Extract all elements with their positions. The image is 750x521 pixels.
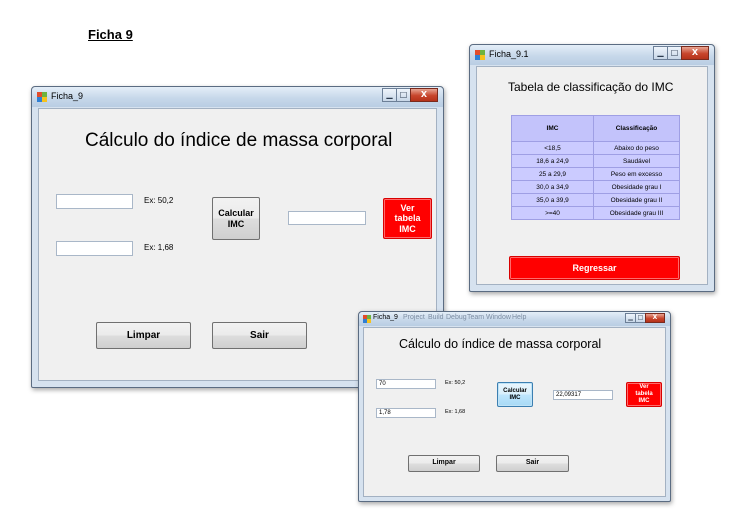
altura-input[interactable] [56,241,133,256]
app-icon [37,92,47,102]
altura-hint-label: Ex: 1,68 [144,243,174,252]
app-icon [363,315,371,323]
limpar-button[interactable]: Limpar [96,322,191,349]
imc-range-cell: 35,0 a 39,9 [511,193,594,207]
imc-range-cell: >=40 [511,206,594,220]
regressar-button[interactable]: Regressar [509,256,680,280]
calcular-imc-button[interactable]: Calcular IMC [212,197,260,240]
table-row: 35,0 a 39,9 Obesidade grau II [511,193,680,207]
resultado-output[interactable] [288,211,366,225]
window-ficha9-1-table: Ficha_9.1 ▁ □ X Tabela de classificação … [469,44,715,292]
background-menu-item: Project [403,314,425,321]
altura-hint-label: Ex: 1,68 [445,409,466,415]
imc-range-cell: 25 a 29,9 [511,167,594,181]
maximize-button[interactable]: □ [396,88,411,102]
column-header-classificacao: Classificação [593,115,680,142]
app-icon [475,50,485,60]
form-heading: Cálculo do índice de massa corporal [85,130,393,151]
titlebar[interactable]: Ficha_9 Project Build Debug Team Window … [359,312,670,326]
background-menu-item: Team [467,314,485,321]
classification-cell: Obesidade grau I [593,180,680,194]
peso-input[interactable] [56,194,133,209]
form-heading: Cálculo do índice de massa corporal [399,337,602,351]
window-ficha9-filled: Ficha_9 Project Build Debug Team Window … [358,311,671,502]
titlebar[interactable]: Ficha_9 ▁ □ X [32,87,443,107]
maximize-button[interactable]: □ [667,46,682,60]
classification-cell: Obesidade grau II [593,193,680,207]
form-client-area: Cálculo do índice de massa corporal 70 E… [363,327,666,497]
classification-cell: Peso em excesso [593,167,680,181]
peso-input[interactable]: 70 [376,379,436,389]
resultado-output[interactable]: 22,09317 [553,390,613,400]
classification-cell: Obesidade grau III [593,206,680,220]
minimize-button[interactable]: ▁ [382,88,397,102]
sair-button[interactable]: Sair [212,322,307,349]
limpar-button[interactable]: Limpar [408,455,480,472]
table-row: >=40 Obesidade grau III [511,206,680,220]
altura-input[interactable]: 1,78 [376,408,436,418]
peso-hint-label: Ex: 50,2 [445,380,466,386]
background-menu-item: Window [486,314,511,321]
table-row: 30,0 a 34,9 Obesidade grau I [511,180,680,194]
titlebar[interactable]: Ficha_9.1 ▁ □ X [470,45,714,65]
page-title: Ficha 9 [88,27,133,42]
form-heading: Tabela de classificação do IMC [508,80,674,94]
imc-range-cell: <18,5 [511,141,594,155]
form-client-area: Tabela de classificação do IMC IMC Class… [476,66,708,285]
calcular-imc-button[interactable]: Calcular IMC [497,382,533,407]
close-button[interactable]: X [681,46,709,60]
ver-tabela-imc-button[interactable]: Ver tabela IMC [383,198,432,239]
background-menu-item: Debug [446,314,467,321]
peso-hint-label: Ex: 50,2 [144,196,174,205]
imc-range-cell: 30,0 a 34,9 [511,180,594,194]
table-row: 18,6 a 24,9 Saudável [511,154,680,168]
classification-cell: Abaixo do peso [593,141,680,155]
table-row: 25 a 29,9 Peso em excesso [511,167,680,181]
sair-button[interactable]: Sair [496,455,569,472]
ver-tabela-imc-button[interactable]: Ver tabela IMC [626,382,662,407]
table-header-row: IMC Classificação [511,115,680,142]
classification-cell: Saudável [593,154,680,168]
close-button[interactable]: X [645,313,665,323]
background-menu-item: Build [428,314,444,321]
window-title: Ficha_9.1 [489,49,529,59]
background-menu-item: Help [512,314,527,321]
imc-classification-table: IMC Classificação <18,5 Abaixo do peso 1… [511,115,680,220]
imc-range-cell: 18,6 a 24,9 [511,154,594,168]
table-row: <18,5 Abaixo do peso [511,141,680,155]
window-title: Ficha_9 [51,91,84,101]
minimize-button[interactable]: ▁ [653,46,668,60]
window-title: Ficha_9 [373,314,398,321]
close-button[interactable]: X [410,88,438,102]
column-header-imc: IMC [511,115,594,142]
